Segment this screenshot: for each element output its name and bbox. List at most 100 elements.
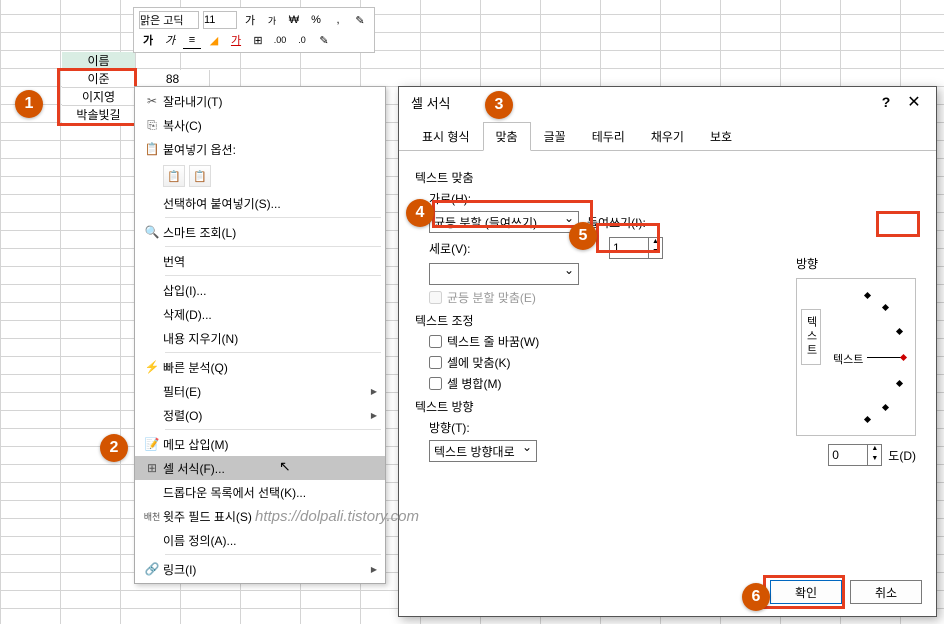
degree-spinner[interactable]: ▲▼ xyxy=(828,444,882,466)
indent-spinner[interactable]: ▲▼ xyxy=(609,237,663,259)
menu-format-cells[interactable]: ⊞ 셀 서식(F)... xyxy=(135,456,385,480)
font-color-button[interactable]: 가 xyxy=(227,31,245,49)
shrink-label: 셀에 맞춤(K) xyxy=(447,354,511,371)
vert-label: 세로(V): xyxy=(429,240,483,257)
paste-option-2[interactable]: 📋 xyxy=(189,165,211,187)
menu-copy[interactable]: ⎘ 복사(C) xyxy=(135,113,385,137)
cancel-button[interactable]: 취소 xyxy=(850,580,922,604)
vert-align-combo[interactable] xyxy=(429,263,579,285)
menu-copy-label: 복사(C) xyxy=(163,117,365,134)
currency-icon[interactable]: ₩ xyxy=(285,11,303,29)
cell-a2[interactable]: 이준 xyxy=(62,70,136,88)
menu-translate[interactable]: 번역 xyxy=(135,249,385,273)
badge-4: 4 xyxy=(406,199,434,227)
increase-font-icon[interactable]: 가 xyxy=(241,11,259,29)
border-button[interactable]: ⊞ xyxy=(249,31,267,49)
menu-filter[interactable]: 필터(E) ▶ xyxy=(135,379,385,403)
menu-clear-label: 내용 지우기(N) xyxy=(163,330,365,347)
spin-down-icon[interactable]: ▼ xyxy=(867,455,881,465)
merge-checkbox[interactable] xyxy=(429,377,442,390)
help-button[interactable]: ? xyxy=(872,90,900,114)
menu-define-name[interactable]: 이름 정의(A)... xyxy=(135,528,385,552)
menu-delete[interactable]: 삭제(D)... xyxy=(135,302,385,326)
menu-separator xyxy=(165,554,381,555)
dial-text: 텍스트 xyxy=(833,351,863,367)
tab-number[interactable]: 표시 형식 xyxy=(409,122,483,151)
scissors-icon: ✂ xyxy=(141,94,163,108)
mini-toolbar: 가 가 ₩ % , ✎ 가 가 ≡ ◢ 가 ⊞ .00 .0 ✎ xyxy=(133,7,375,53)
close-button[interactable]: ✕ xyxy=(900,90,928,114)
menu-qa-label: 빠른 분석(Q) xyxy=(163,359,365,376)
ok-button[interactable]: 확인 xyxy=(770,580,842,604)
menu-separator xyxy=(165,429,381,430)
vertical-text-button[interactable]: 텍스트 xyxy=(801,309,821,365)
percent-icon[interactable]: % xyxy=(307,11,325,29)
justify-dist-label: 균등 분할 맞춤(E) xyxy=(447,289,536,306)
dial-dot xyxy=(882,404,889,411)
analysis-icon: ⚡ xyxy=(141,360,163,374)
orientation-box[interactable]: 텍스트 텍스트 xyxy=(796,278,916,436)
shrink-checkbox[interactable] xyxy=(429,356,442,369)
tab-protection[interactable]: 보호 xyxy=(697,122,745,151)
spin-up-icon[interactable]: ▲ xyxy=(867,445,881,455)
menu-clear[interactable]: 내용 지우기(N) xyxy=(135,326,385,350)
menu-translate-label: 번역 xyxy=(163,253,365,270)
comma-icon[interactable]: , xyxy=(329,11,347,29)
tab-alignment[interactable]: 맞춤 xyxy=(483,122,531,151)
format-painter-icon[interactable]: ✎ xyxy=(315,31,333,49)
degree-label: 도(D) xyxy=(888,447,916,464)
text-align-section: 텍스트 맞춤 xyxy=(415,169,920,186)
horiz-align-combo[interactable]: 균등 분할 (들여쓰기) xyxy=(429,211,579,233)
format-cells-dialog: 셀 서식 ? ✕ 표시 형식 맞춤 글꼴 테두리 채우기 보호 텍스트 맞춤 가… xyxy=(398,86,937,617)
cell-a3[interactable]: 이지영 xyxy=(62,88,136,106)
chevron-right-icon: ▶ xyxy=(371,387,377,396)
paint-icon[interactable]: ✎ xyxy=(351,11,369,29)
menu-sort[interactable]: 정렬(O) ▶ xyxy=(135,403,385,427)
menu-paste-special-label: 선택하여 붙여넣기(S)... xyxy=(163,195,365,212)
spin-up-icon[interactable]: ▲ xyxy=(648,238,662,248)
dial-dot xyxy=(864,416,871,423)
decimal-dec-icon[interactable]: .00 xyxy=(271,31,289,49)
menu-paste-special[interactable]: 선택하여 붙여넣기(S)... xyxy=(135,191,385,215)
dialog-titlebar: 셀 서식 ? ✕ xyxy=(399,87,936,117)
paste-option-1[interactable]: 📋 xyxy=(163,165,185,187)
horiz-label: 가로(H): xyxy=(429,190,483,207)
indent-input[interactable] xyxy=(610,238,648,258)
direction-combo[interactable]: 텍스트 방향대로 xyxy=(429,440,537,462)
justify-dist-checkbox xyxy=(429,291,442,304)
italic-button[interactable]: 가 xyxy=(161,31,179,49)
badge-5: 5 xyxy=(569,222,597,250)
menu-separator xyxy=(165,246,381,247)
tab-font[interactable]: 글꼴 xyxy=(531,122,579,151)
menu-insert-comment[interactable]: 📝 메모 삽입(M) xyxy=(135,432,385,456)
dir-label: 방향(T): xyxy=(429,419,483,436)
search-icon: 🔍 xyxy=(141,225,163,239)
menu-cut[interactable]: ✂ 잘라내기(T) xyxy=(135,89,385,113)
tab-fill[interactable]: 채우기 xyxy=(638,122,697,151)
menu-smart-lookup[interactable]: 🔍 스마트 조회(L) xyxy=(135,220,385,244)
wrap-checkbox[interactable] xyxy=(429,335,442,348)
align-button[interactable]: ≡ xyxy=(183,31,201,49)
phonetic-icon: 배천 xyxy=(141,510,163,523)
menu-pick-list[interactable]: 드롭다운 목록에서 선택(K)... xyxy=(135,480,385,504)
font-size-select[interactable] xyxy=(203,11,237,29)
decimal-inc-icon[interactable]: .0 xyxy=(293,31,311,49)
menu-separator xyxy=(165,275,381,276)
menu-separator xyxy=(165,352,381,353)
cell-a4[interactable]: 박솔빛길 xyxy=(62,106,136,124)
orientation-dial[interactable]: 텍스트 xyxy=(827,289,909,425)
cell-header[interactable]: 이름 xyxy=(62,52,136,70)
menu-quick-analysis[interactable]: ⚡ 빠른 분석(Q) xyxy=(135,355,385,379)
degree-input[interactable] xyxy=(829,445,867,465)
menu-insert[interactable]: 삽입(I)... xyxy=(135,278,385,302)
menu-link[interactable]: 🔗 링크(I) ▶ xyxy=(135,557,385,581)
font-select[interactable] xyxy=(139,11,199,29)
spin-down-icon[interactable]: ▼ xyxy=(648,248,662,258)
dial-dot xyxy=(896,328,903,335)
bold-button[interactable]: 가 xyxy=(139,31,157,49)
dial-dot xyxy=(896,380,903,387)
menu-separator xyxy=(165,217,381,218)
fill-color-button[interactable]: ◢ xyxy=(205,31,223,49)
tab-border[interactable]: 테두리 xyxy=(579,122,638,151)
decrease-font-icon[interactable]: 가 xyxy=(263,11,281,29)
